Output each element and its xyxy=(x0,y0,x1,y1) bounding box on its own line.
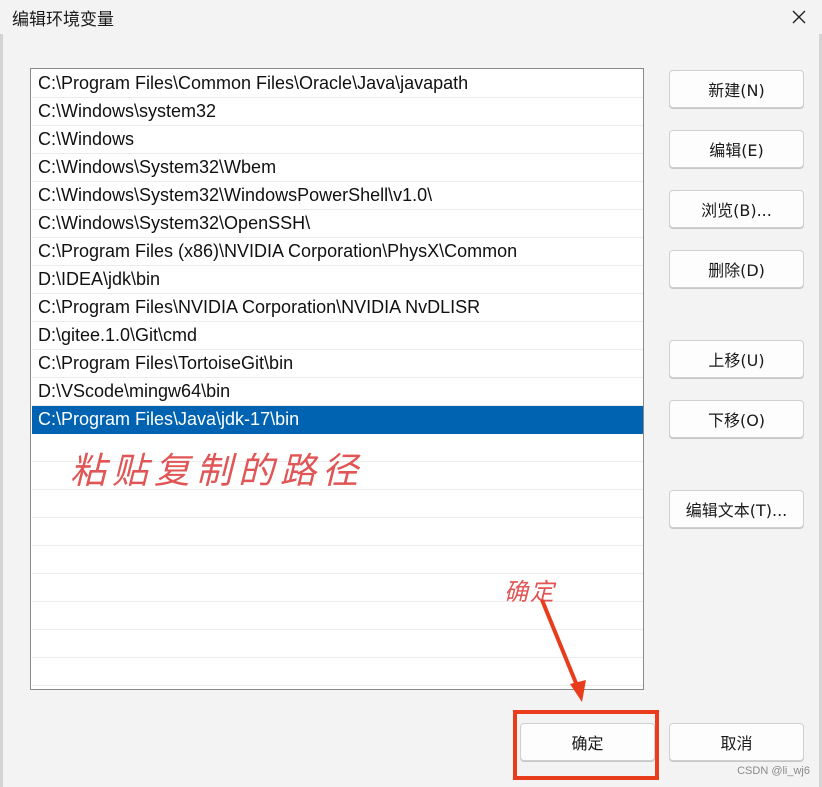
ok-highlight-box xyxy=(513,710,659,780)
watermark: CSDN @li_wj6 xyxy=(737,765,810,777)
annotation-arrow-icon xyxy=(540,599,586,702)
